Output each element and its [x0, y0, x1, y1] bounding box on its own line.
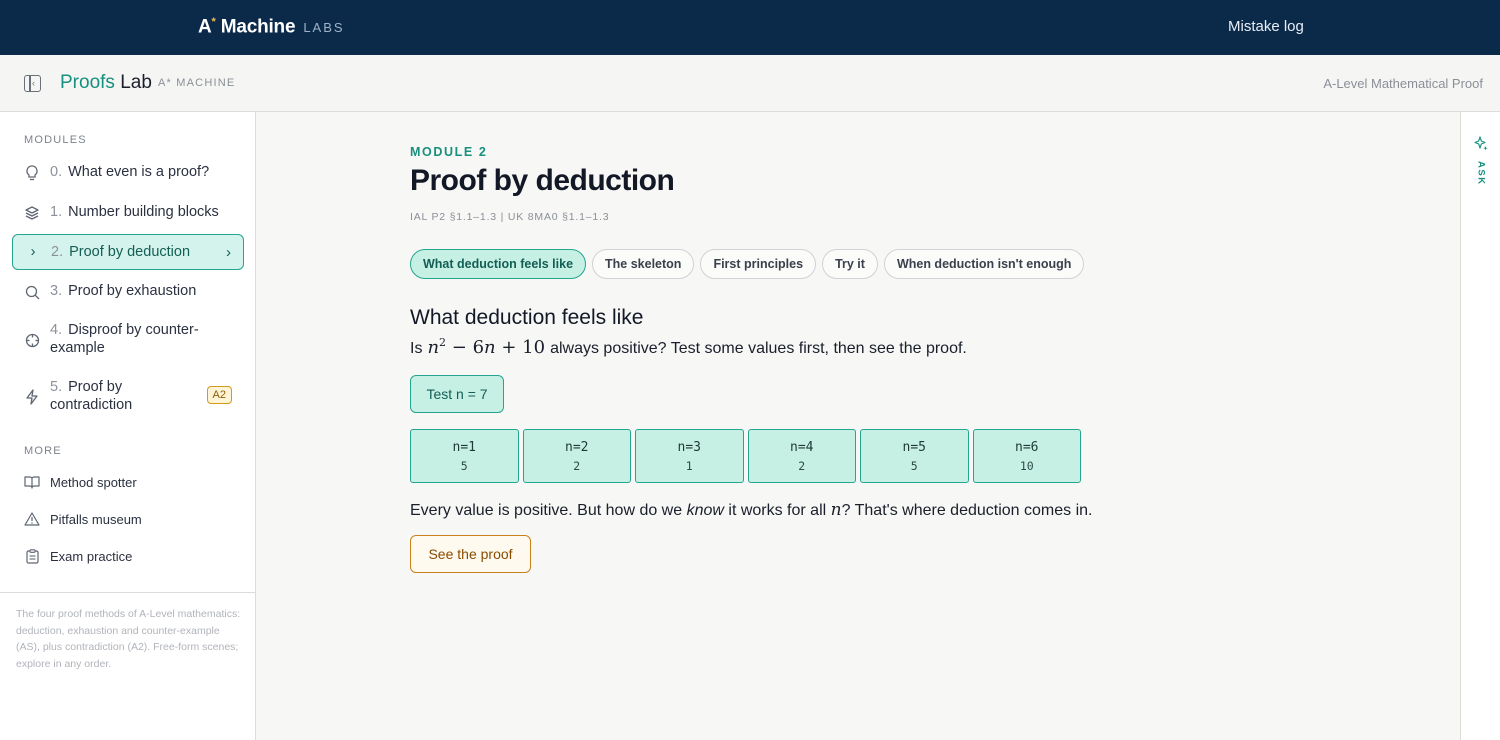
spec-reference: IAL P2 §1.1–1.3 | UK 8MA0 §1.1–1.3: [410, 211, 610, 223]
tab-skeleton[interactable]: The skeleton: [592, 249, 695, 279]
brand-logo[interactable]: A* Machine LABS: [198, 16, 345, 38]
app-title: Proofs Lab: [60, 72, 152, 93]
sparkle-icon: [1473, 136, 1489, 157]
lightning-icon: [24, 387, 40, 407]
question-text: Is n2 − 6n + 10 always positive? Test so…: [410, 336, 967, 358]
sidebar-item-method-spotter[interactable]: Method spotter: [24, 474, 137, 490]
right-rail: ASK: [1460, 112, 1500, 740]
result-cell: n=3 1: [635, 429, 744, 483]
layers-icon: [24, 203, 40, 223]
sidebar-item-proof-by-contradiction[interactable]: 5. Proof by contradiction A2: [12, 378, 244, 416]
book-icon: [24, 474, 40, 490]
ask-button[interactable]: ASK: [1473, 136, 1489, 186]
sidebar-item-label: Number building blocks: [68, 204, 219, 220]
level-badge: A2: [206, 386, 232, 404]
sidebar-item-proof-by-deduction[interactable]: › 2. Proof by deduction ›: [12, 234, 244, 270]
app-subtitle: A* MACHINE: [158, 77, 236, 89]
result-cell: n=5 5: [860, 429, 969, 483]
section-tabs: What deduction feels like The skeleton F…: [410, 249, 1085, 279]
tab-what-deduction-feels-like[interactable]: What deduction feels like: [410, 249, 587, 279]
sidebar-item-label: Method spotter: [50, 474, 137, 490]
sidebar-item-proof-by-exhaustion[interactable]: 3. Proof by exhaustion: [12, 282, 244, 302]
chevron-right-icon: ›: [226, 243, 231, 261]
sidebar-item-pitfalls-museum[interactable]: Pitfalls museum: [24, 511, 142, 527]
modules-label: MODULES: [24, 134, 87, 146]
sidebar-note: The four proof methods of A-Level mathem…: [16, 608, 241, 670]
sidebar-item-label: Exam practice: [50, 548, 133, 564]
sidebar-item-label: Proof by deduction: [69, 244, 191, 260]
sidebar-item-exam-practice[interactable]: Exam practice: [24, 548, 132, 564]
test-value-button[interactable]: Test n = 7: [410, 375, 504, 413]
tab-when-deduction-isnt-enough[interactable]: When deduction isn't enough: [883, 249, 1085, 279]
sidebar-item-label: Proof by contradiction: [50, 379, 133, 413]
result-cell: n=1 5: [410, 429, 519, 483]
sidebar-item-label: Pitfalls museum: [50, 511, 142, 527]
sub-header: ‹ Proofs Lab A* MACHINE A-Level Mathemat…: [0, 55, 1500, 112]
sidebar: MODULES 0. What even is a proof? 1. Number…: [0, 112, 256, 740]
result-cell: n=2 2: [522, 429, 631, 483]
clipboard-icon: [24, 548, 40, 564]
tab-first-principles[interactable]: First principles: [700, 249, 817, 279]
result-cell: n=4 2: [747, 429, 856, 483]
main-content: MODULE 2 Proof by deduction IAL P2 §1.1–…: [256, 112, 1460, 740]
ask-label: ASK: [1475, 161, 1487, 186]
brand-name: A* Machine: [198, 16, 296, 38]
section-title: What deduction feels like: [410, 306, 644, 329]
expression: n2 − 6n + 10: [427, 336, 546, 358]
sidebar-item-number-blocks[interactable]: 1. Number building blocks: [12, 203, 244, 223]
module-label: MODULE 2: [410, 145, 488, 159]
chevron-right-icon: ›: [30, 244, 36, 260]
result-cell: n=6 10: [972, 429, 1081, 483]
sidebar-divider: [0, 592, 255, 593]
top-bar: A* Machine LABS Mistake log: [0, 0, 1500, 55]
course-label: A-Level Mathematical Proof: [1323, 76, 1483, 91]
page-title: Proof by deduction: [410, 164, 675, 197]
search-icon: [24, 282, 40, 302]
more-label: MORE: [24, 445, 62, 457]
results-grid: n=1 5 n=2 2 n=3 1 n=4 2 n=5 5 n=6 10: [410, 429, 1081, 483]
warning-icon: [24, 511, 40, 527]
sidebar-item-counter-example[interactable]: 4. Disproof by counter-example: [12, 321, 244, 359]
lightbulb-icon: [24, 163, 40, 183]
sidebar-item-label: Proof by exhaustion: [68, 283, 197, 299]
conclusion-text: Every value is positive. But how do we k…: [410, 500, 1093, 520]
see-proof-button[interactable]: See the proof: [410, 535, 531, 573]
sidebar-collapse-icon[interactable]: ‹: [24, 75, 41, 92]
mistake-log-link[interactable]: Mistake log: [1228, 18, 1304, 35]
sidebar-item-what-is-proof[interactable]: 0. What even is a proof?: [12, 163, 244, 183]
crosshair-icon: [24, 330, 40, 350]
tab-try-it[interactable]: Try it: [822, 249, 878, 279]
brand-labs: LABS: [303, 20, 345, 36]
sidebar-item-label: What even is a proof?: [68, 164, 210, 180]
sidebar-item-label: Disproof by counter-example: [50, 322, 199, 356]
